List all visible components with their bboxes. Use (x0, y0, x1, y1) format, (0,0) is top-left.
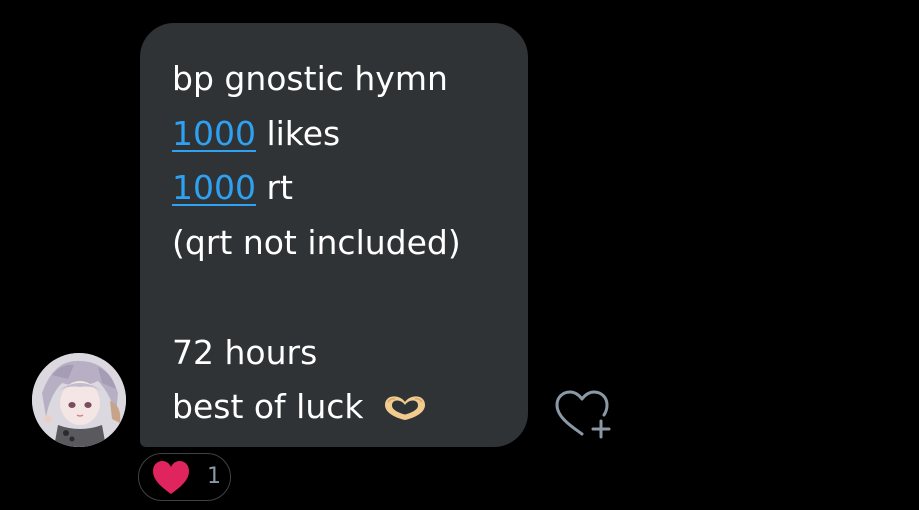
retweets-label: rt (255, 168, 293, 208)
message-line-note: (qrt not included) (172, 223, 461, 263)
reaction-count: 1 (207, 464, 221, 489)
message-bubble[interactable]: bp gnostic hymn 1000 likes 1000 rt (qrt … (140, 23, 528, 447)
message-line-sign-off: best of luck (172, 380, 508, 435)
red-heart-icon (153, 461, 189, 494)
likes-label: likes (255, 113, 341, 153)
likes-number-link[interactable]: 1000 (172, 114, 256, 153)
heart-plus-icon (555, 390, 611, 439)
heart-hands-emoji (385, 396, 426, 421)
message-line-retweets: 1000 rt (172, 161, 508, 216)
retweets-number-link[interactable]: 1000 (172, 168, 256, 207)
message-line-title: bp gnostic hymn (172, 59, 448, 98)
reaction-pill[interactable]: 1 (138, 453, 231, 501)
message-line-duration: 72 hours (172, 332, 318, 372)
message-line-blank (172, 271, 508, 326)
avatar-image (32, 353, 126, 447)
message-line-likes: 1000 likes (172, 107, 508, 162)
sender-avatar[interactable] (32, 353, 126, 447)
add-reaction-button[interactable] (553, 390, 613, 442)
